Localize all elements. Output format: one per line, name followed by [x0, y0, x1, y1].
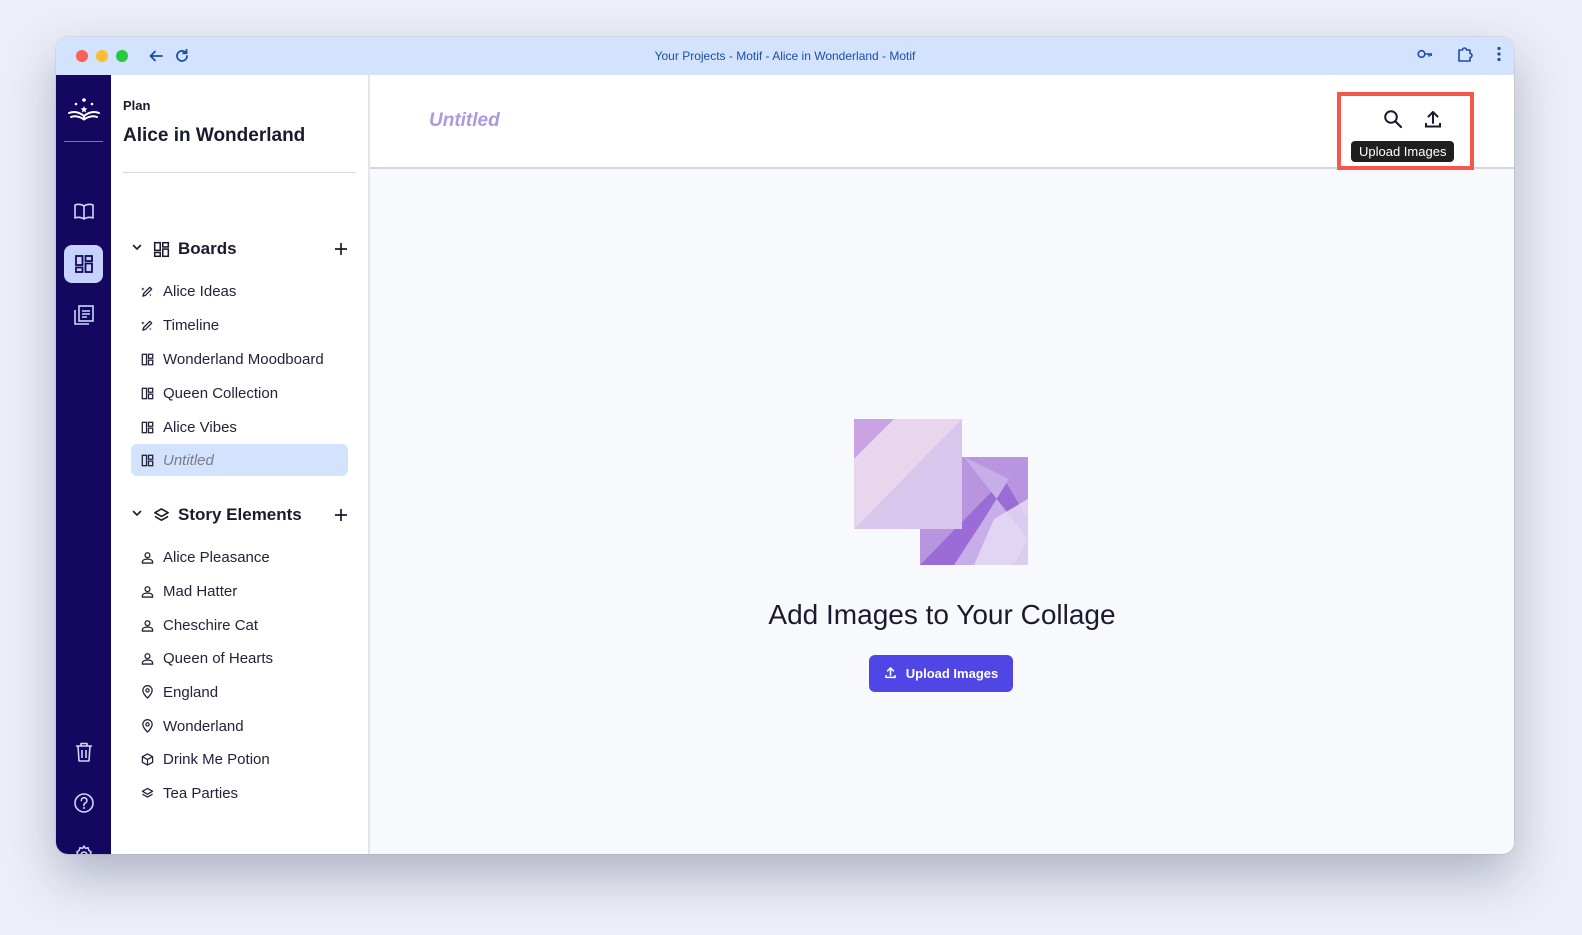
story-element-label: Tea Parties: [163, 784, 239, 802]
board-item-label: Alice Ideas: [163, 282, 237, 300]
search-icon[interactable]: [1379, 105, 1407, 133]
window-title: Your Projects - Motif - Alice in Wonderl…: [654, 49, 916, 63]
board-item-untitled[interactable]: Untitled: [131, 444, 348, 476]
story-element-england[interactable]: England: [131, 676, 348, 708]
story-element-label: Cheschire Cat: [163, 616, 259, 634]
add-board-plus-icon[interactable]: [332, 240, 350, 258]
board-item-label: Alice Vibes: [163, 418, 237, 436]
story-element-queen-of-hearts[interactable]: Queen of Hearts: [131, 642, 348, 674]
upload-icon[interactable]: [1419, 105, 1447, 133]
board-main-area: Untitled Upload Images Add Images to You…: [370, 75, 1514, 854]
app-nav-rail: [56, 75, 111, 854]
upload-images-button[interactable]: Upload Images: [869, 655, 1013, 692]
minimize-window-button[interactable]: [96, 50, 108, 62]
board-header: Untitled Upload Images: [370, 75, 1514, 170]
story-elements-section-header[interactable]: Story Elements: [131, 503, 350, 527]
board-icon: [140, 420, 154, 434]
board-item-label: Queen Collection: [163, 384, 279, 402]
location-pin-icon: [140, 685, 154, 699]
add-story-element-plus-icon[interactable]: [332, 506, 350, 524]
board-title[interactable]: Untitled: [429, 110, 500, 132]
boards-section-header[interactable]: Boards: [131, 237, 350, 261]
collage-illustration: [854, 419, 1028, 565]
person-icon: [140, 550, 154, 564]
board-item-timeline[interactable]: Timeline: [131, 309, 348, 341]
plan-sidebar: Plan Alice in Wonderland Boards Alice Id…: [111, 75, 370, 854]
more-vertical-icon[interactable]: [1496, 46, 1502, 67]
board-item-queen-collection[interactable]: Queen Collection: [131, 377, 348, 409]
pencil-sparkle-icon: [140, 318, 154, 332]
window-controls: [76, 50, 128, 62]
person-icon: [140, 651, 154, 665]
story-element-label: Mad Hatter: [163, 582, 238, 600]
story-element-wonderland[interactable]: Wonderland: [131, 710, 348, 742]
story-element-label: Drink Me Potion: [163, 750, 270, 768]
story-elements-section-label: Story Elements: [178, 505, 302, 524]
board-item-wonderland-moodboard[interactable]: Wonderland Moodboard: [131, 343, 348, 375]
extensions-puzzle-icon[interactable]: [1456, 45, 1474, 68]
location-pin-icon: [140, 719, 154, 733]
layers-icon: [153, 507, 170, 524]
reload-icon[interactable]: [174, 48, 190, 64]
maximize-window-button[interactable]: [116, 50, 128, 62]
person-icon: [140, 584, 154, 598]
story-element-label: England: [163, 683, 219, 701]
story-element-cheschire-cat[interactable]: Cheschire Cat: [131, 609, 348, 641]
rail-notes-library-icon[interactable]: [64, 296, 103, 334]
upload-icon: [884, 666, 897, 682]
story-element-mad-hatter[interactable]: Mad Hatter: [131, 575, 348, 607]
rail-write-book-icon[interactable]: [64, 193, 103, 231]
highlighted-toolbar-box: Upload Images: [1337, 92, 1474, 170]
upload-images-button-label: Upload Images: [905, 666, 999, 681]
empty-state-title: Add Images to Your Collage: [768, 599, 1116, 630]
boards-section-label: Boards: [178, 239, 237, 258]
chevron-down-icon[interactable]: [131, 506, 145, 524]
sidebar-divider: [123, 172, 356, 173]
board-icon: [153, 241, 170, 258]
rail-help-icon[interactable]: [64, 784, 103, 822]
story-element-label: Queen of Hearts: [163, 649, 274, 667]
upload-images-tooltip: Upload Images: [1351, 141, 1455, 162]
board-icon: [140, 386, 154, 400]
cube-icon: [140, 752, 154, 766]
password-key-icon[interactable]: [1416, 45, 1434, 68]
motif-logo-icon[interactable]: [66, 95, 102, 125]
board-icon: [140, 453, 154, 467]
board-item-alice-vibes[interactable]: Alice Vibes: [131, 411, 348, 443]
board-item-label: Untitled: [163, 451, 214, 469]
story-element-alice-pleasance[interactable]: Alice Pleasance: [131, 541, 348, 573]
story-element-tea-parties[interactable]: Tea Parties: [131, 777, 348, 809]
sidebar-eyebrow: Plan: [123, 98, 151, 113]
browser-titlebar: Your Projects - Motif - Alice in Wonderl…: [56, 37, 1514, 75]
project-title: Alice in Wonderland: [123, 125, 306, 146]
story-element-label: Wonderland: [163, 717, 244, 735]
rail-settings-gear-icon[interactable]: [64, 836, 103, 854]
rail-divider: [64, 141, 103, 142]
person-icon: [140, 618, 154, 632]
pencil-sparkle-icon: [140, 284, 154, 298]
close-window-button[interactable]: [76, 50, 88, 62]
board-item-alice-ideas[interactable]: Alice Ideas: [131, 275, 348, 307]
empty-collage-state: Add Images to Your Collage Upload Images: [370, 169, 1514, 854]
back-arrow-icon[interactable]: [148, 48, 164, 64]
browser-window: Your Projects - Motif - Alice in Wonderl…: [56, 37, 1514, 854]
rail-trash-icon[interactable]: [64, 733, 103, 771]
board-item-label: Timeline: [163, 316, 220, 334]
story-element-drink-me-potion[interactable]: Drink Me Potion: [131, 743, 348, 775]
board-item-label: Wonderland Moodboard: [163, 350, 324, 368]
layers-icon: [140, 786, 154, 800]
board-icon: [140, 352, 154, 366]
chevron-down-icon[interactable]: [131, 240, 145, 258]
rail-plan-board-icon[interactable]: [64, 245, 103, 283]
story-element-label: Alice Pleasance: [163, 548, 270, 566]
